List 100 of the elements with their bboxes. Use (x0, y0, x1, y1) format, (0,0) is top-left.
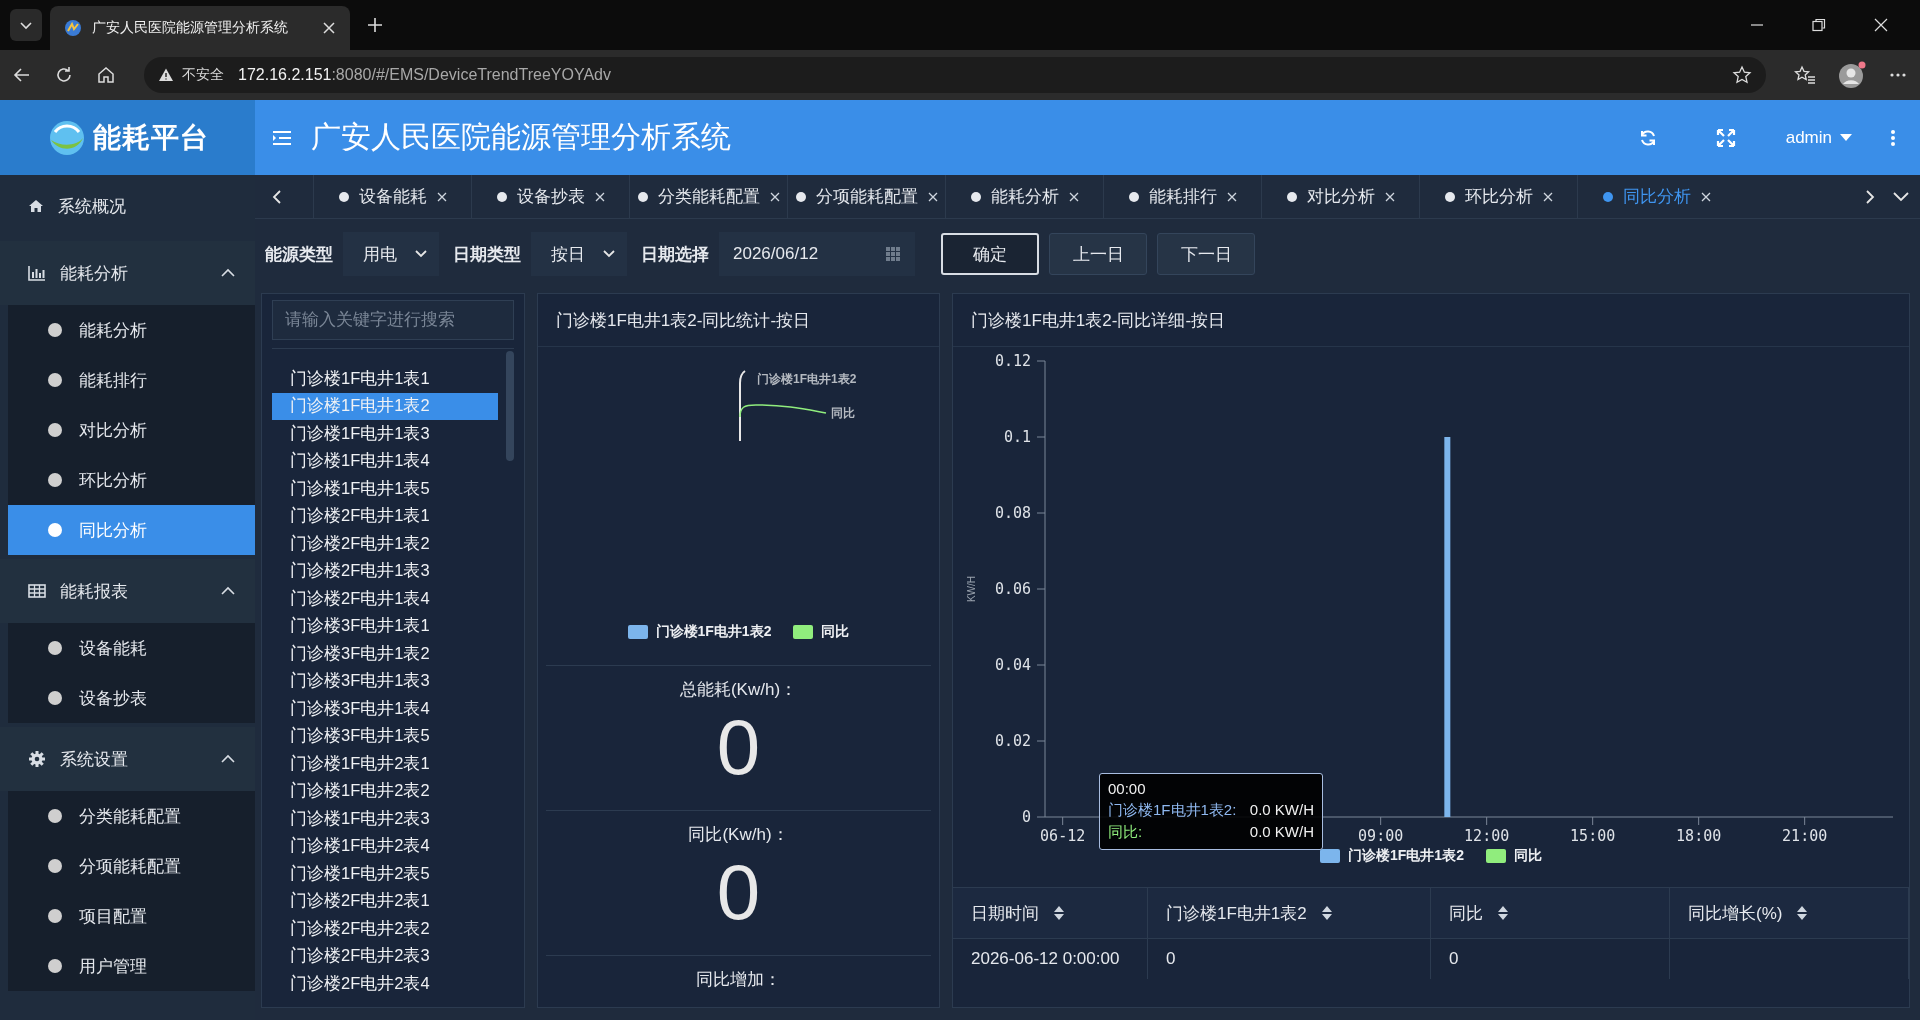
close-icon[interactable] (927, 191, 938, 202)
chevron-right-icon[interactable] (1864, 188, 1876, 205)
sidebar-group-header[interactable]: 系统设置 (0, 727, 255, 791)
column-header[interactable]: 门诊楼1F电井1表2 (1148, 888, 1431, 938)
tree-item[interactable]: 门诊楼1F电井1表4 (272, 447, 498, 475)
favorites-icon[interactable] (1794, 65, 1816, 85)
tree-item[interactable]: 门诊楼1F电井2表1 (272, 750, 498, 778)
legend-item[interactable]: 门诊楼1F电井1表2 (1320, 847, 1464, 865)
close-icon[interactable] (1542, 191, 1553, 202)
tab[interactable]: 分项能耗配置 (787, 175, 945, 218)
close-icon[interactable] (436, 191, 447, 202)
sidebar-item[interactable]: 用户管理 (8, 941, 255, 991)
legend-item[interactable]: 同比 (1485, 847, 1542, 865)
tree-item[interactable]: 门诊楼2F电井2表4 (272, 970, 498, 998)
filter-label: 日期类型 (453, 243, 521, 266)
address-bar[interactable]: 不安全 172.16.2.151:8080/#/EMS/DeviceTrendTreeYOYAdv (144, 57, 1766, 93)
home-icon[interactable] (96, 65, 116, 85)
tree-item[interactable]: 门诊楼3F电井1表2 (272, 640, 498, 668)
tree-item[interactable]: 门诊楼2F电井1表1 (272, 502, 498, 530)
tab[interactable]: 同比分析 (1577, 175, 1735, 218)
tree-item[interactable]: 门诊楼2F电井2表1 (272, 887, 498, 915)
close-icon[interactable] (322, 21, 336, 35)
search-field[interactable]: 请输入关键字进行搜索 (272, 300, 514, 340)
day-nav-button[interactable]: 上一日 (1049, 233, 1147, 275)
tree-item[interactable]: 门诊楼2F电井1表4 (272, 585, 498, 613)
date-type-select[interactable]: 按日 (531, 232, 627, 276)
tab-list-button[interactable] (10, 9, 42, 41)
tree-item[interactable]: 门诊楼1F电井2表4 (272, 832, 498, 860)
column-header[interactable]: 同比增长(%) (1670, 888, 1909, 938)
legend-item[interactable]: 同比 (793, 623, 850, 641)
sidebar-item[interactable]: 设备能耗 (8, 623, 255, 673)
close-icon[interactable] (1384, 191, 1395, 202)
confirm-button[interactable]: 确定 (941, 233, 1039, 275)
sidebar-group-header[interactable]: 能耗报表 (0, 559, 255, 623)
sort-icon (1053, 905, 1065, 921)
tree-item[interactable]: 门诊楼3F电井1表3 (272, 667, 498, 695)
tab[interactable]: 能耗分析 (945, 175, 1103, 218)
sidebar-item[interactable]: 设备抄表 (8, 673, 255, 723)
warning-icon (158, 67, 174, 83)
sidebar-item[interactable]: 对比分析 (8, 405, 255, 455)
sidebar-item[interactable]: 分类能耗配置 (8, 791, 255, 841)
tree-item[interactable]: 门诊楼1F电井1表1 (272, 365, 498, 393)
day-nav-button[interactable]: 下一日 (1157, 233, 1255, 275)
tab[interactable]: 分类能耗配置 (629, 175, 787, 218)
y-tick-label: 0.04 (994, 656, 1031, 674)
profile-avatar-icon[interactable] (1838, 61, 1866, 89)
browser-tab[interactable]: 广安人民医院能源管理分析系统 (50, 6, 350, 50)
sidebar-group-header[interactable]: 能耗分析 (0, 241, 255, 305)
close-icon[interactable] (1226, 191, 1237, 202)
tab[interactable]: 对比分析 (1261, 175, 1419, 218)
chevron-down-icon[interactable] (1892, 190, 1910, 203)
close-icon[interactable] (594, 191, 605, 202)
tree-item[interactable]: 门诊楼2F电井2表2 (272, 915, 498, 943)
legend-item[interactable]: 门诊楼1F电井1表2 (627, 623, 772, 641)
fullscreen-icon[interactable] (1715, 127, 1736, 148)
sidebar-item[interactable]: 系统概况 (0, 175, 255, 237)
legend-swatch (1320, 849, 1341, 863)
restore-icon[interactable] (1812, 18, 1826, 32)
close-icon[interactable] (769, 191, 780, 202)
column-header[interactable]: 同比 (1431, 888, 1670, 938)
sidebar-item[interactable]: 能耗分析 (8, 305, 255, 355)
x-tick-label: 12:00 (1464, 827, 1510, 845)
chevron-up-icon (221, 268, 235, 278)
new-tab-icon[interactable] (366, 16, 384, 34)
date-field[interactable]: 2026/06/12 (719, 232, 915, 276)
energy-type-select[interactable]: 用电 (343, 232, 439, 276)
tree-item[interactable]: 门诊楼3F电井1表5 (272, 722, 498, 750)
tree-item[interactable]: 门诊楼1F电井1表5 (272, 475, 498, 503)
stat-value: 0 (716, 847, 761, 938)
tab[interactable]: 能耗排行 (1103, 175, 1261, 218)
tree-item[interactable]: 门诊楼3F电井1表4 (272, 695, 498, 723)
bar[interactable] (1444, 437, 1451, 817)
dot-icon (48, 641, 62, 655)
tree-item[interactable]: 门诊楼1F电井2表5 (272, 860, 498, 888)
chevron-left-icon[interactable] (271, 188, 283, 205)
sidebar-item[interactable]: 分项能耗配置 (8, 841, 255, 891)
tree-item[interactable]: 门诊楼1F电井2表3 (272, 805, 498, 833)
tree-item[interactable]: 门诊楼2F电井1表2 (272, 530, 498, 558)
tree-item[interactable]: 门诊楼3F电井1表1 (272, 612, 498, 640)
x-tick-label: 15:00 (1570, 827, 1616, 845)
scrollbar[interactable] (506, 351, 514, 461)
sidebar-item[interactable]: 能耗排行 (8, 355, 255, 405)
tab[interactable]: 环比分析 (1419, 175, 1577, 218)
tab[interactable]: 设备抄表 (471, 175, 629, 218)
tab[interactable]: 设备能耗 (313, 175, 471, 218)
tree-item[interactable]: 门诊楼1F电井2表2 (272, 777, 498, 805)
column-header[interactable]: 日期时间 (953, 888, 1148, 938)
menu-icon[interactable] (271, 128, 293, 147)
star-icon[interactable] (1732, 65, 1752, 85)
close-icon[interactable] (1874, 18, 1888, 32)
sidebar-item[interactable]: 环比分析 (8, 455, 255, 505)
table-cell: 0 (1449, 949, 1459, 969)
close-icon[interactable] (1068, 191, 1079, 202)
kebab-menu-icon[interactable] (1890, 127, 1896, 148)
close-icon[interactable] (1700, 191, 1711, 202)
tree-item[interactable]: 门诊楼2F电井2表3 (272, 942, 498, 970)
reload-icon[interactable] (54, 65, 74, 85)
sidebar-item[interactable]: 项目配置 (8, 891, 255, 941)
tree-item[interactable]: 门诊楼1F电井1表3 (272, 420, 498, 448)
tree-item[interactable]: 门诊楼2F电井1表3 (272, 557, 498, 585)
